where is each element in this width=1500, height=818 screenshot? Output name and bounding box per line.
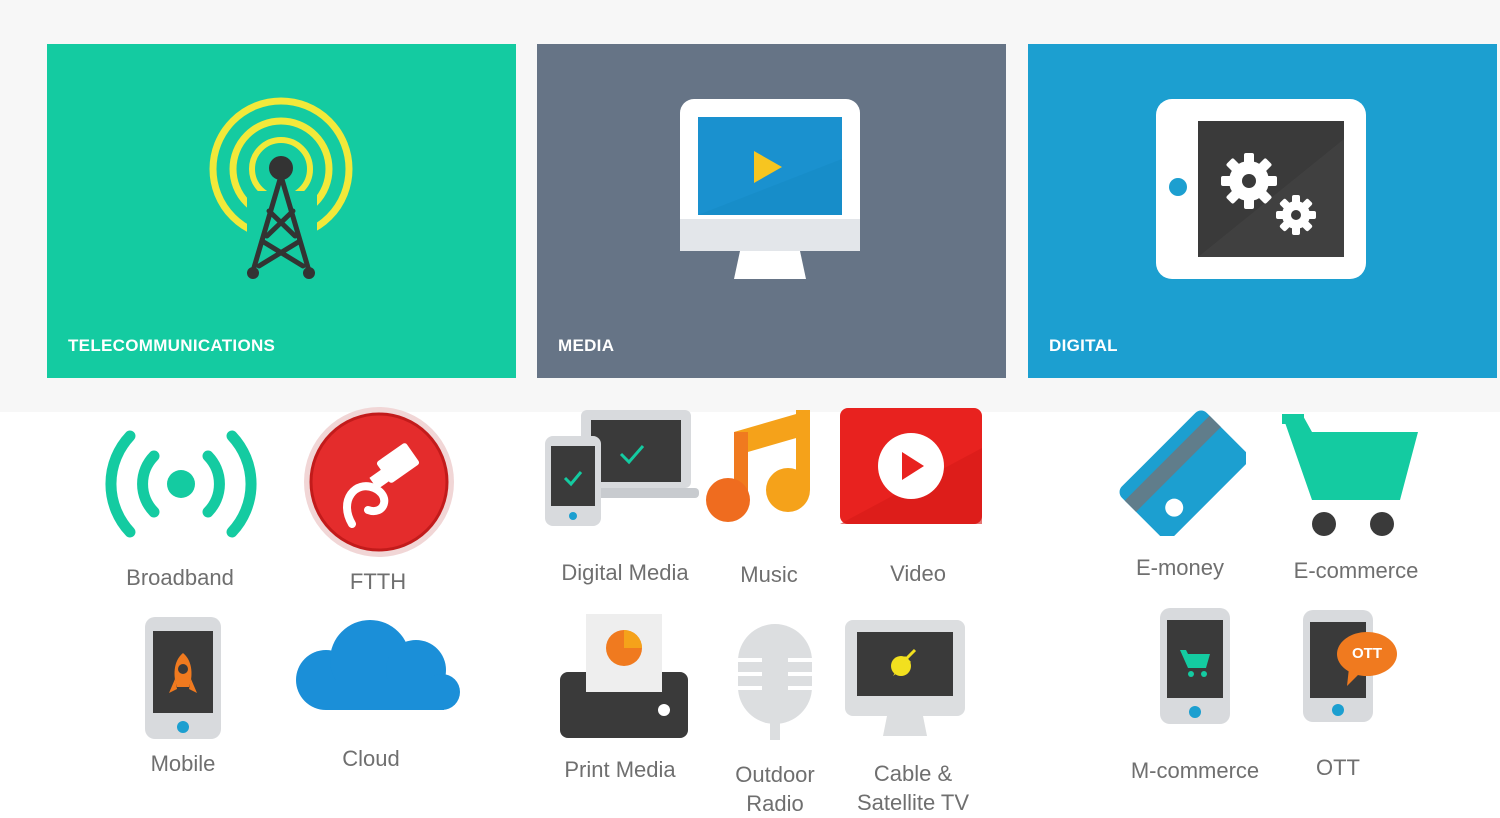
- mobile-label: Mobile: [150, 751, 216, 776]
- printer-icon: [560, 614, 688, 738]
- broadband-label: Broadband: [126, 565, 234, 590]
- ott-label: OTT: [1316, 755, 1360, 780]
- tile-media[interactable]: MEDIA: [537, 44, 1006, 378]
- video-label: Video: [890, 561, 946, 586]
- credit-card-icon: [1119, 410, 1246, 536]
- music-note-icon: [706, 410, 810, 522]
- video-play-icon: [840, 408, 982, 524]
- cloud-icon: [296, 620, 460, 710]
- ott-badge-label: OTT: [1352, 645, 1382, 662]
- tile-digital[interactable]: DIGITAL: [1028, 44, 1497, 378]
- shopping-cart-icon: [1282, 414, 1418, 536]
- tile-label-digital: DIGITAL: [1049, 336, 1118, 355]
- ftth-cable-icon: [304, 407, 454, 557]
- cloud-label: Cloud: [342, 746, 400, 771]
- mcommerce-label: M-commerce: [1130, 758, 1260, 783]
- tile-telecommunications[interactable]: TELECOMMUNICATIONS: [47, 44, 516, 378]
- outdoor-radio-label-line1: Outdoor: [735, 762, 815, 787]
- mobile-ott-icon: [1303, 610, 1397, 722]
- ecommerce-label: E-commerce: [1293, 558, 1419, 583]
- tile-label-telecommunications: TELECOMMUNICATIONS: [68, 336, 276, 355]
- digital-media-devices-icon: [545, 410, 699, 526]
- broadband-wifi-icon: [105, 430, 257, 538]
- antenna-tower-icon: [209, 97, 353, 281]
- cable-tv-label-line1: Cable &: [873, 761, 953, 786]
- cable-tv-label-line2: Satellite TV: [856, 790, 970, 815]
- tablet-gears-icon: [1156, 99, 1366, 279]
- mobile-rocket-icon: [145, 617, 221, 739]
- ftth-label: FTTH: [349, 569, 407, 594]
- print-media-label: Print Media: [564, 757, 676, 782]
- mobile-cart-icon: [1160, 608, 1230, 724]
- music-label: Music: [740, 562, 798, 587]
- tile-label-media: MEDIA: [558, 336, 615, 355]
- monitor-play-icon: [680, 99, 860, 279]
- emoney-label: E-money: [1135, 555, 1225, 580]
- satellite-tv-icon: [845, 620, 965, 736]
- microphone-icon: [738, 624, 812, 740]
- digital-media-label: Digital Media: [561, 560, 689, 585]
